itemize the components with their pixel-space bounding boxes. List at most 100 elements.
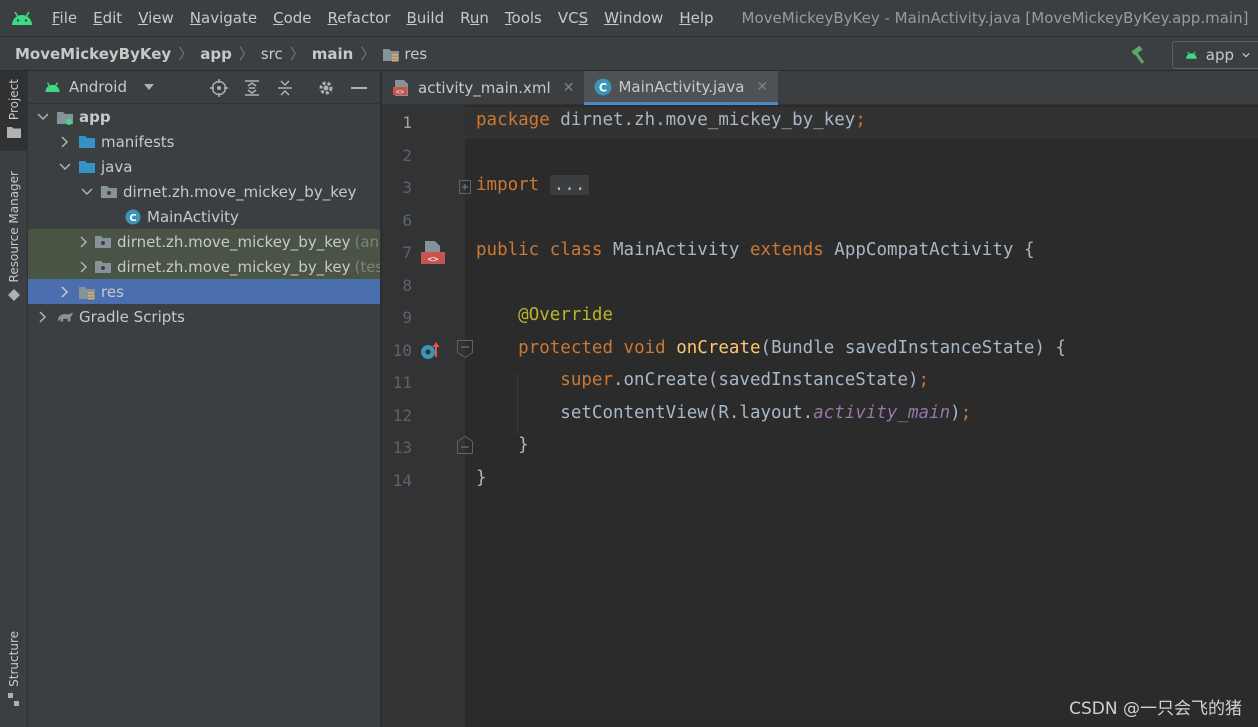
- build-hammer-icon[interactable]: [1124, 40, 1154, 70]
- editor-tabs: <> activity_main.xml ✕ C MainActivity.ja…: [382, 71, 1258, 105]
- run-configuration-selector[interactable]: app: [1172, 40, 1258, 69]
- tool-window-structure[interactable]: Structure: [0, 631, 28, 707]
- gradle-icon: [56, 309, 74, 325]
- breadcrumb-res-label: res: [404, 44, 428, 63]
- project-panel: Android app manifests java dirnet.zh.mov…: [28, 71, 381, 727]
- tree-item-label: res: [101, 282, 124, 301]
- expand-fold-icon[interactable]: [459, 180, 471, 194]
- tree-item-label: dirnet.zh.move_mickey_by_key: [117, 232, 351, 251]
- tree-item-app[interactable]: app: [28, 104, 380, 129]
- line-number: 2: [402, 146, 412, 165]
- line-number: 10: [392, 341, 412, 360]
- watermark: CSDN @一只会飞的猪: [1069, 699, 1242, 719]
- menu-tools[interactable]: Tools: [497, 0, 550, 36]
- menu-vcs[interactable]: VCS: [550, 0, 596, 36]
- code-line-10: protected void onCreate(Bundle savedInst…: [518, 338, 1067, 358]
- menu-file[interactable]: File: [44, 0, 85, 36]
- menu-help[interactable]: Help: [671, 0, 721, 36]
- code-line-3: import ...: [476, 175, 590, 195]
- chevron-down-icon[interactable]: [80, 185, 94, 199]
- tree-item-package-androidtest[interactable]: dirnet.zh.move_mickey_by_key (androidTes…: [28, 229, 380, 254]
- module-folder-icon: [56, 109, 74, 125]
- line-number: 8: [402, 276, 412, 295]
- line-number: 7: [402, 243, 412, 262]
- resource-manager-icon: [8, 289, 20, 302]
- tree-item-gradle-scripts[interactable]: Gradle Scripts: [28, 304, 380, 329]
- tree-item-res[interactable]: res: [28, 279, 380, 304]
- chevron-down-icon[interactable]: [36, 110, 50, 124]
- code-line-12: setContentView(R.layout.activity_main);: [560, 403, 972, 423]
- chevron-right-icon[interactable]: [36, 310, 50, 324]
- layout-gutter-icon[interactable]: <>: [420, 240, 446, 266]
- class-icon: C: [124, 209, 142, 225]
- breadcrumb-module[interactable]: app: [200, 45, 232, 63]
- menu-run[interactable]: Run: [452, 0, 497, 36]
- breadcrumb-main[interactable]: main: [312, 45, 354, 63]
- chevron-down-icon: [1242, 52, 1250, 57]
- resource-folder-icon: [78, 284, 96, 300]
- android-studio-logo-icon: [0, 0, 44, 36]
- menu-view[interactable]: View: [130, 0, 182, 36]
- menu-navigate[interactable]: Navigate: [182, 0, 265, 36]
- select-opened-file-icon[interactable]: [208, 77, 230, 99]
- tool-window-project-label: Project: [7, 79, 21, 121]
- folded-imports[interactable]: ...: [549, 175, 590, 195]
- tree-item-package-main[interactable]: dirnet.zh.move_mickey_by_key: [28, 179, 380, 204]
- line-number: 11: [392, 373, 412, 392]
- code-area[interactable]: 1 2 3 6 7 8 9 10 11 12 13 14 <> package …: [382, 105, 1258, 727]
- tool-window-structure-label: Structure: [7, 631, 21, 687]
- collapse-fold-icon[interactable]: [457, 340, 473, 358]
- tree-item-suffix: (test): [354, 257, 380, 276]
- folder-icon: [78, 134, 96, 150]
- tool-window-resource-manager[interactable]: Resource Manager: [0, 171, 28, 302]
- expand-all-icon[interactable]: [241, 77, 263, 99]
- tree-item-package-test[interactable]: dirnet.zh.move_mickey_by_key (test): [28, 254, 380, 279]
- folder-icon: [7, 127, 21, 139]
- tree-item-manifests[interactable]: manifests: [28, 129, 380, 154]
- chevron-right-icon[interactable]: [58, 285, 72, 299]
- menu-refactor[interactable]: Refactor: [320, 0, 399, 36]
- menu-edit[interactable]: Edit: [85, 0, 130, 36]
- collapse-fold-icon[interactable]: [457, 436, 473, 454]
- menu-window[interactable]: Window: [596, 0, 671, 36]
- gear-icon[interactable]: [315, 77, 337, 99]
- class-icon: C: [595, 78, 612, 95]
- tree-item-java[interactable]: java: [28, 154, 380, 179]
- tree-item-label: manifests: [101, 132, 175, 151]
- tree-item-label: java: [101, 157, 133, 176]
- code-line-13: }: [518, 435, 529, 455]
- chevron-down-icon[interactable]: [58, 160, 72, 174]
- project-view-selector[interactable]: Android: [44, 78, 155, 96]
- breadcrumb-res[interactable]: res: [382, 45, 427, 63]
- layout-file-icon: <>: [393, 80, 408, 96]
- chevron-right-icon[interactable]: [58, 135, 72, 149]
- menu-bar: File Edit View Navigate Code Refactor Bu…: [0, 0, 1258, 36]
- menu-code[interactable]: Code: [265, 0, 319, 36]
- close-icon[interactable]: ✕: [563, 80, 575, 96]
- tab-activity-main-xml[interactable]: <> activity_main.xml ✕: [382, 71, 584, 105]
- breadcrumb-project[interactable]: MoveMickeyByKey: [15, 45, 171, 63]
- tree-item-label: Gradle Scripts: [79, 307, 185, 326]
- override-method-icon[interactable]: [420, 339, 442, 361]
- close-icon[interactable]: ✕: [756, 79, 768, 95]
- svg-text:C: C: [599, 81, 607, 94]
- code-line-7: public class MainActivity extends AppCom…: [476, 240, 1035, 260]
- tab-label: MainActivity.java: [618, 77, 745, 96]
- breadcrumb-src[interactable]: src: [261, 45, 283, 63]
- tool-window-project[interactable]: Project: [0, 71, 28, 151]
- chevron-right-icon[interactable]: [80, 235, 88, 249]
- menu-build[interactable]: Build: [398, 0, 452, 36]
- res-folder-icon: [383, 48, 400, 61]
- line-number: 14: [392, 471, 412, 490]
- tree-item-mainactivity[interactable]: C MainActivity: [28, 204, 380, 229]
- package-icon: [94, 234, 112, 250]
- tab-mainactivity-java[interactable]: C MainActivity.java ✕: [584, 71, 779, 105]
- window-title: MoveMickeyByKey - MainActivity.java [Mov…: [741, 9, 1249, 27]
- hide-panel-icon[interactable]: [348, 77, 370, 99]
- chevron-right-icon[interactable]: [80, 260, 88, 274]
- collapse-all-icon[interactable]: [274, 77, 296, 99]
- svg-text:<>: <>: [396, 88, 404, 96]
- tree-item-label: app: [79, 107, 111, 126]
- code-editor: <> activity_main.xml ✕ C MainActivity.ja…: [382, 71, 1258, 727]
- line-number: 9: [402, 308, 412, 327]
